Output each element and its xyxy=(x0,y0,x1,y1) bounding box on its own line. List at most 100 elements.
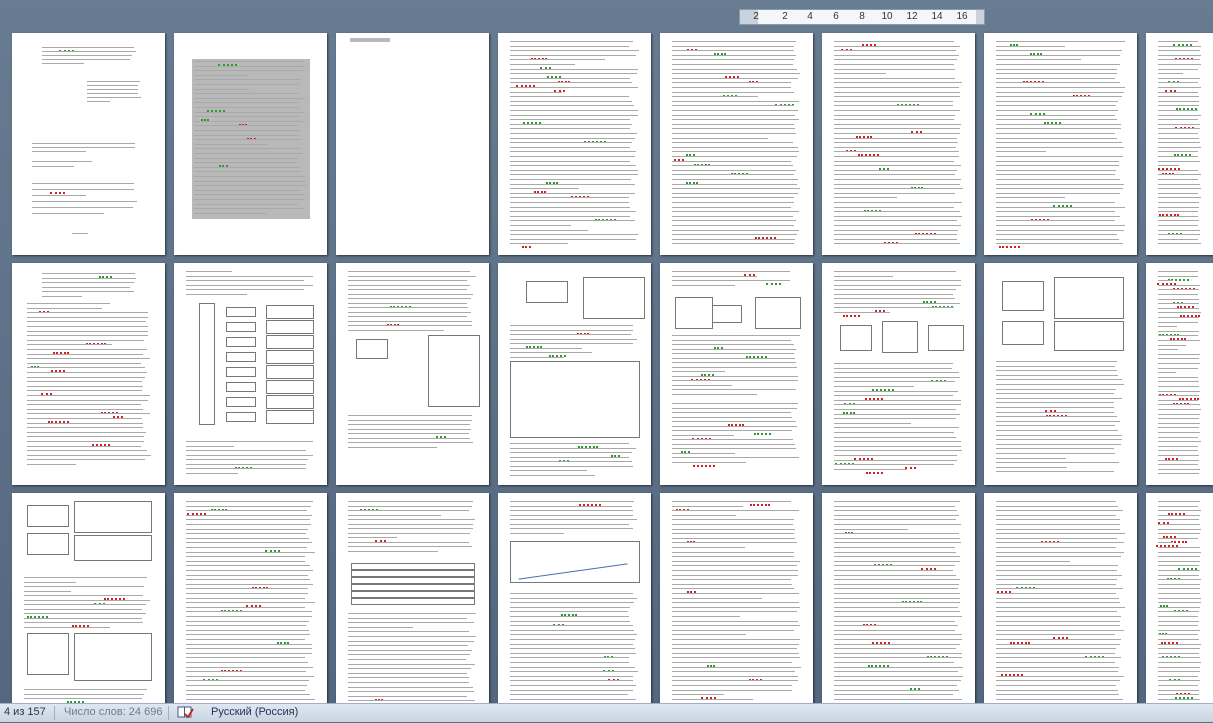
text-line xyxy=(672,443,795,445)
text-line xyxy=(510,41,634,42)
text-line xyxy=(194,97,305,99)
text-line xyxy=(834,105,954,107)
text-line xyxy=(72,233,88,234)
text-line xyxy=(186,445,234,447)
text-line xyxy=(1158,114,1201,116)
page-thumbnail[interactable] xyxy=(498,493,651,703)
document-viewport[interactable]: 2 2 4 6 8 10 12 14 16 xyxy=(0,0,1213,703)
text-line xyxy=(834,275,893,277)
text-line xyxy=(27,321,147,323)
text-line xyxy=(672,192,798,194)
text-line xyxy=(996,666,1120,668)
page-thumbnail[interactable] xyxy=(660,263,813,485)
page-count-status[interactable]: 4 из 157 xyxy=(4,706,46,718)
text-line xyxy=(672,234,797,236)
text-line xyxy=(672,698,753,700)
text-line xyxy=(510,45,630,47)
page-thumbnail[interactable] xyxy=(498,263,651,485)
text-line xyxy=(996,220,1116,222)
text-line xyxy=(996,215,1120,217)
text-line xyxy=(672,430,792,431)
text-line xyxy=(1158,588,1200,590)
text-line xyxy=(1158,473,1200,475)
text-line xyxy=(672,639,800,640)
text-line xyxy=(348,320,472,322)
text-line xyxy=(1158,340,1200,341)
text-line xyxy=(996,547,1117,548)
page-thumbnail[interactable] xyxy=(498,33,651,255)
page-thumbnail[interactable] xyxy=(1146,493,1213,703)
page-thumbnail[interactable] xyxy=(660,33,813,255)
text-line xyxy=(834,537,961,539)
text-line xyxy=(194,189,302,191)
text-line xyxy=(1158,501,1201,502)
text-line xyxy=(348,550,439,552)
text-line xyxy=(672,77,798,79)
page-thumbnail[interactable] xyxy=(984,263,1137,485)
page-thumbnail[interactable] xyxy=(822,493,975,703)
text-line xyxy=(672,570,799,571)
text-line xyxy=(996,430,1118,431)
page-thumbnail[interactable] xyxy=(1146,263,1213,485)
spellcheck-mark xyxy=(1171,539,1187,543)
text-line xyxy=(996,602,1121,604)
page-thumbnail[interactable] xyxy=(12,263,165,485)
text-line xyxy=(510,606,630,608)
page-thumbnail[interactable] xyxy=(660,493,813,703)
page-thumbnail[interactable] xyxy=(336,493,489,703)
page-thumbnail[interactable] xyxy=(174,33,327,255)
book-check-icon[interactable] xyxy=(177,705,194,723)
page-thumbnail[interactable] xyxy=(984,33,1137,255)
word-count-status[interactable]: Число слов: 24 696 xyxy=(64,706,162,718)
text-line xyxy=(672,680,798,682)
page-thumbnail[interactable] xyxy=(336,33,489,255)
text-line xyxy=(348,307,468,308)
language-status[interactable]: Русский (Россия) xyxy=(211,706,298,718)
text-line xyxy=(672,174,794,176)
text-line xyxy=(510,347,582,349)
text-line xyxy=(834,192,955,194)
text-line xyxy=(510,197,629,199)
text-line xyxy=(834,160,955,162)
text-line xyxy=(834,510,958,512)
text-line xyxy=(834,123,961,125)
text-line xyxy=(1158,547,1201,548)
text-line xyxy=(24,595,144,596)
text-line xyxy=(348,654,470,656)
text-line xyxy=(1158,570,1201,571)
text-line xyxy=(348,631,469,633)
text-line xyxy=(27,335,148,337)
page-thumbnail[interactable] xyxy=(12,493,165,703)
text-line xyxy=(996,629,1124,631)
text-line xyxy=(672,50,795,52)
spellcheck-mark xyxy=(50,190,65,194)
text-line xyxy=(186,616,313,617)
horizontal-ruler[interactable]: 2 2 4 6 8 10 12 14 16 xyxy=(739,9,985,25)
text-line xyxy=(186,501,313,502)
page-thumbnail[interactable] xyxy=(174,493,327,703)
page-thumbnail[interactable] xyxy=(336,263,489,485)
page-thumbnail[interactable] xyxy=(822,263,975,485)
diagram-box xyxy=(266,335,314,349)
text-line xyxy=(186,565,310,567)
page-thumbnail[interactable] xyxy=(1146,33,1213,255)
text-line xyxy=(510,597,637,599)
text-line xyxy=(672,142,794,144)
text-line xyxy=(1158,64,1201,65)
text-line xyxy=(834,77,955,79)
text-line xyxy=(1158,174,1201,176)
page-thumbnail[interactable] xyxy=(984,493,1137,703)
text-line xyxy=(186,597,306,599)
text-line xyxy=(27,367,145,369)
text-line xyxy=(996,560,1071,562)
text-line xyxy=(996,128,1122,130)
text-line xyxy=(996,505,1118,507)
text-line xyxy=(672,380,799,381)
text-line xyxy=(996,379,1123,381)
page-thumbnail[interactable] xyxy=(174,263,327,485)
page-thumbnail[interactable] xyxy=(12,33,165,255)
text-line xyxy=(834,533,960,535)
text-line xyxy=(672,119,799,121)
text-line xyxy=(1158,579,1201,581)
page-thumbnail[interactable] xyxy=(822,33,975,255)
